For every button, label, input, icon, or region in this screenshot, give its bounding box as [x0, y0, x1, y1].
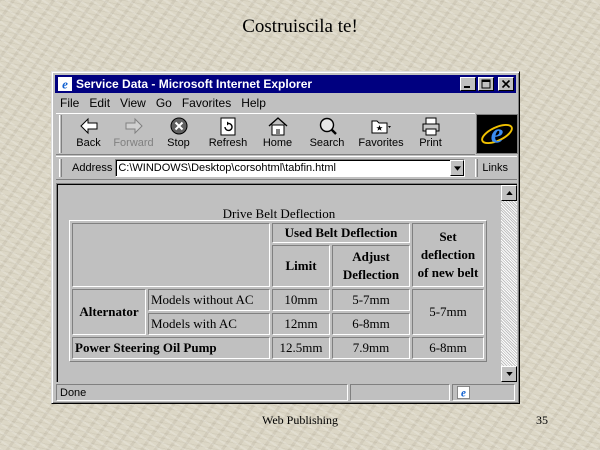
forward-label: Forward — [113, 137, 154, 149]
belt-deflection-table: Used Belt Deflection Set deflection of n… — [69, 220, 487, 362]
links-button[interactable]: Links — [482, 162, 508, 174]
footer-title: Web Publishing — [261, 413, 339, 427]
ie-window-icon[interactable]: e — [58, 77, 72, 92]
svg-text:e: e — [491, 119, 504, 150]
address-value: C:\WINDOWS\Desktop\corsohtml\tabfin.html — [118, 162, 336, 174]
row-power-steering-label: Power Steering Oil Pump — [72, 337, 270, 359]
cell-without-ac-adjust: 5-7mm — [332, 289, 410, 311]
title-bar[interactable]: e Service Data - Microsoft Internet Expl… — [55, 75, 516, 93]
page-number: 35 — [536, 413, 548, 427]
search-label: Search — [309, 137, 345, 149]
zone-ie-icon: e — [457, 386, 470, 399]
search-button[interactable]: Search — [300, 114, 354, 154]
scroll-up-icon[interactable] — [501, 185, 517, 201]
favorites-button[interactable]: Favorites — [354, 114, 408, 154]
header-adjust-deflection: Adjust Deflection — [332, 245, 410, 287]
menu-edit[interactable]: Edit — [85, 96, 116, 110]
scroll-down-icon[interactable] — [501, 366, 517, 382]
window-title: Service Data - Microsoft Internet Explor… — [76, 77, 313, 91]
cell-alternator-set: 5-7mm — [412, 289, 484, 335]
header-set-deflection: Set deflection of new belt — [412, 223, 484, 287]
ie-logo-icon: e — [476, 114, 518, 154]
standard-toolbar: Back Forward Stop Refresh Home Search Fa… — [56, 113, 475, 155]
row-models-with-ac: Models with AC — [148, 313, 270, 335]
close-button[interactable] — [498, 77, 514, 91]
status-zone-pane: e — [452, 384, 515, 401]
maximize-button[interactable] — [478, 77, 494, 91]
cell-power-steering-set: 6-8mm — [412, 337, 484, 359]
slide-title: Costruiscila te! — [242, 16, 358, 37]
cell-with-ac-adjust: 6-8mm — [332, 313, 410, 335]
table-header-empty — [72, 223, 270, 287]
row-models-without-ac: Models without AC — [148, 289, 270, 311]
table-caption: Drive Belt Deflection — [222, 206, 336, 220]
forward-button[interactable]: Forward — [111, 114, 156, 154]
back-label: Back — [76, 137, 101, 149]
status-text-pane: Done — [56, 384, 348, 401]
print-label: Print — [419, 137, 442, 149]
menu-favorites[interactable]: Favorites — [178, 96, 237, 110]
stop-button[interactable]: Stop — [156, 114, 201, 154]
refresh-icon — [220, 117, 236, 136]
cell-power-steering-limit: 12.5mm — [272, 337, 330, 359]
refresh-button[interactable]: Refresh — [201, 114, 255, 154]
status-text: Done — [60, 386, 87, 399]
row-alternator-label: Alternator — [72, 289, 146, 335]
links-grip[interactable] — [475, 159, 479, 177]
menu-go[interactable]: Go — [152, 96, 178, 110]
address-input[interactable]: C:\WINDOWS\Desktop\corsohtml\tabfin.html — [115, 159, 466, 177]
header-used-belt-deflection: Used Belt Deflection — [272, 223, 410, 243]
favorites-label: Favorites — [358, 137, 404, 149]
toolbar-grip[interactable] — [59, 115, 62, 153]
menu-bar: File Edit View Go Favorites Help — [56, 94, 516, 112]
minimize-button[interactable] — [460, 77, 476, 91]
browser-window: e Service Data - Microsoft Internet Expl… — [51, 71, 520, 404]
address-grip[interactable] — [59, 159, 62, 177]
printer-icon — [422, 117, 439, 136]
back-button[interactable]: Back — [66, 114, 111, 154]
status-bar: Done e — [56, 384, 517, 401]
address-dropdown-icon[interactable] — [450, 160, 465, 176]
stop-label: Stop — [167, 137, 190, 149]
cell-without-ac-limit: 10mm — [272, 289, 330, 311]
menu-help[interactable]: Help — [237, 96, 272, 110]
svg-text:e: e — [62, 77, 68, 91]
address-label: Address — [72, 162, 113, 174]
forward-arrow-icon — [125, 117, 143, 135]
vertical-scrollbar[interactable] — [501, 185, 517, 382]
back-arrow-icon — [79, 117, 97, 135]
stop-icon — [170, 117, 187, 135]
home-label: Home — [262, 137, 293, 149]
status-progress-pane — [350, 384, 450, 401]
svg-text:e: e — [461, 388, 466, 399]
address-bar: Address C:\WINDOWS\Desktop\corsohtml\tab… — [56, 156, 517, 180]
home-button[interactable]: Home — [255, 114, 300, 154]
cell-power-steering-adjust: 7.9mm — [332, 337, 410, 359]
cell-with-ac-limit: 12mm — [272, 313, 330, 335]
header-limit: Limit — [272, 245, 330, 287]
refresh-label: Refresh — [208, 137, 248, 149]
menu-file[interactable]: File — [56, 96, 85, 110]
print-button[interactable]: Print — [408, 114, 453, 154]
page-content: Drive Belt Deflection Used Belt Deflecti… — [56, 183, 517, 382]
search-icon — [319, 117, 337, 135]
favorites-folder-icon — [371, 120, 391, 134]
menu-view[interactable]: View — [116, 96, 152, 110]
home-icon — [268, 117, 287, 136]
